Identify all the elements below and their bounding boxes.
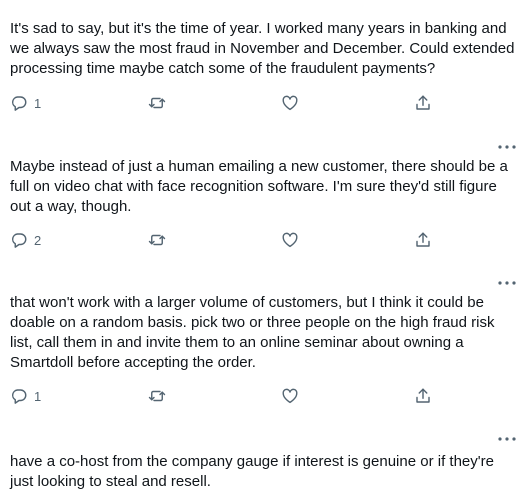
like-button[interactable] [281, 386, 299, 406]
reply-button[interactable]: 1 [10, 93, 41, 113]
reply-count: 1 [34, 388, 42, 404]
more-icon [497, 429, 517, 447]
share-button[interactable] [414, 230, 432, 250]
share-icon [414, 94, 432, 112]
reply-icon [10, 94, 28, 112]
retweet-button[interactable] [148, 93, 166, 113]
share-icon [414, 231, 432, 249]
tweet-text: have a co-host from the company gauge if… [10, 453, 494, 490]
more-button[interactable] [495, 276, 519, 288]
reply-icon [10, 387, 28, 405]
more-icon [497, 137, 517, 155]
tweet-text: It's sad to say, but it's the time of ye… [10, 20, 515, 77]
reply-count: 1 [34, 95, 42, 111]
more-icon [497, 273, 517, 291]
retweet-button[interactable] [148, 230, 166, 250]
more-button[interactable] [495, 432, 519, 444]
retweet-icon [148, 387, 166, 405]
reply-button[interactable]: 1 [10, 386, 41, 406]
tweet-actions: 1 [0, 386, 531, 410]
tweet-text: Maybe instead of just a human emailing a… [10, 158, 508, 215]
like-button[interactable] [281, 93, 299, 113]
like-icon [281, 231, 299, 249]
tweet-actions: 2 [0, 230, 531, 254]
tweet-actions: 1 [0, 93, 531, 117]
retweet-icon [148, 94, 166, 112]
reply-icon [10, 231, 28, 249]
share-button[interactable] [414, 93, 432, 113]
reply-count: 2 [34, 232, 42, 248]
share-icon [414, 387, 432, 405]
retweet-button[interactable] [148, 386, 166, 406]
like-button[interactable] [281, 230, 299, 250]
like-icon [281, 387, 299, 405]
more-button[interactable] [495, 140, 519, 152]
tweet-text: that won't work with a larger volume of … [10, 294, 495, 371]
reply-button[interactable]: 2 [10, 230, 41, 250]
share-button[interactable] [414, 386, 432, 406]
like-icon [281, 94, 299, 112]
retweet-icon [148, 231, 166, 249]
